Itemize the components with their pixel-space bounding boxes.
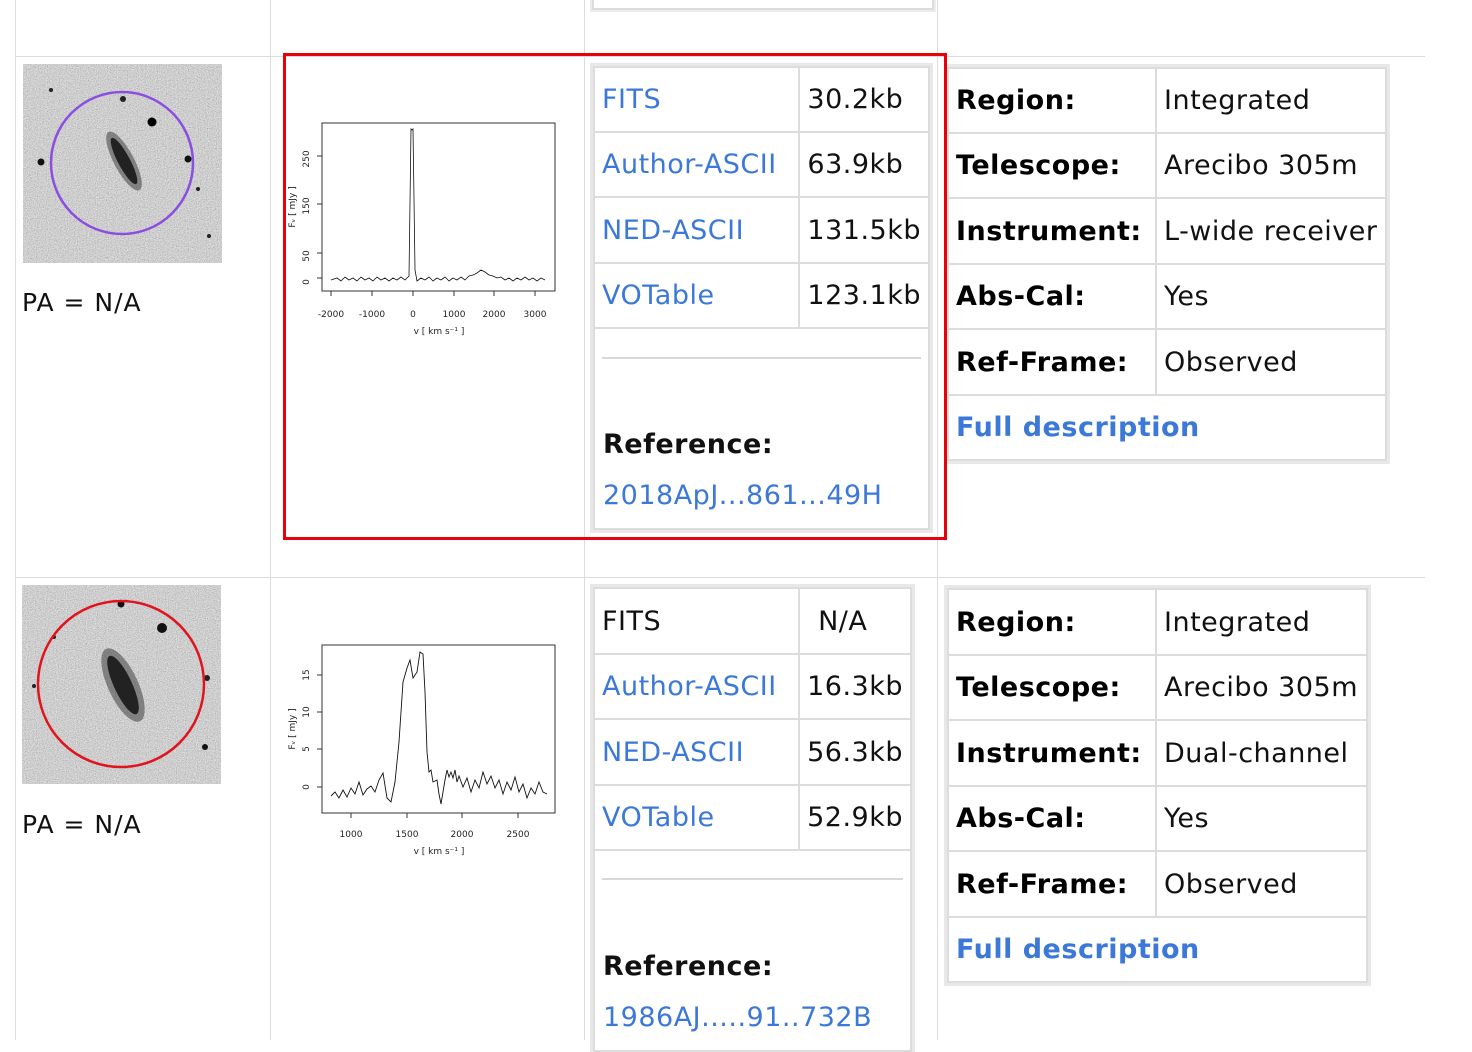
metadata-value: L-wide receiver: [1155, 197, 1387, 265]
metadata-row: Telescope: Arecibo 305m: [947, 654, 1368, 721]
download-link-author-ascii[interactable]: Author-ASCII: [592, 653, 801, 720]
previous-row-table-edge: [592, 0, 934, 10]
metadata-value: Yes: [1155, 263, 1387, 330]
metadata-key: Abs-Cal:: [947, 263, 1157, 330]
metadata-key: Telescope:: [947, 654, 1157, 721]
download-row: NED-ASCII 56.3kb: [592, 718, 912, 786]
full-description-cell: Full description: [947, 916, 1368, 983]
metadata-key: Region:: [947, 588, 1157, 656]
metadata-row: Ref-Frame: Observed: [947, 328, 1387, 396]
metadata-key: Telescope:: [947, 132, 1157, 199]
download-link-ned-ascii[interactable]: NED-ASCII: [592, 718, 801, 786]
reference-row: Reference: 1986AJ.....91..732B: [593, 849, 912, 1052]
file-size: N/A: [798, 587, 912, 655]
download-table: FITS N/A Author-ASCII 16.3kb NED-ASCII 5…: [590, 584, 915, 1052]
metadata-row: Telescope: Arecibo 305m: [947, 132, 1387, 199]
metadata-key: Abs-Cal:: [947, 785, 1157, 852]
metadata-row: Abs-Cal: Yes: [947, 785, 1368, 852]
y-tick: 15: [302, 669, 312, 680]
metadata-value: Dual-channel: [1155, 719, 1368, 787]
file-size: 52.9kb: [798, 784, 912, 851]
table-column-divider: [15, 0, 16, 1040]
download-label-fits: FITS: [592, 587, 801, 655]
x-tick: 1500: [396, 830, 419, 840]
x-tick: 2500: [507, 830, 530, 840]
metadata-value: Arecibo 305m: [1155, 132, 1387, 199]
galaxy-thumbnail[interactable]: [23, 64, 222, 263]
metadata-table: Region: Integrated Telescope: Arecibo 30…: [944, 585, 1371, 986]
download-row: VOTable 52.9kb: [592, 784, 912, 851]
metadata-value: Arecibo 305m: [1155, 654, 1368, 721]
full-description-link[interactable]: Full description: [956, 412, 1200, 443]
reference-divider: [602, 878, 903, 880]
file-size: 16.3kb: [798, 653, 912, 720]
download-row: FITS N/A: [592, 587, 912, 655]
x-tick: 1000: [340, 830, 363, 840]
galaxy-thumbnail[interactable]: [22, 585, 221, 784]
metadata-key: Region:: [947, 67, 1157, 134]
table-row-divider: [15, 577, 1425, 578]
metadata-key: Ref-Frame:: [947, 328, 1157, 396]
x-axis-label: v [ km s⁻¹ ]: [414, 847, 465, 857]
metadata-row: Region: Integrated: [947, 67, 1387, 134]
reference-label: Reference:: [603, 951, 774, 982]
metadata-row: Full description: [947, 394, 1387, 461]
metadata-row: Full description: [947, 916, 1368, 983]
y-tick: 10: [302, 706, 312, 718]
metadata-value: Integrated: [1155, 588, 1368, 656]
metadata-key: Instrument:: [947, 197, 1157, 265]
metadata-value: Observed: [1155, 328, 1387, 396]
metadata-row: Region: Integrated: [947, 588, 1368, 656]
metadata-row: Instrument: Dual-channel: [947, 719, 1368, 787]
metadata-key: Instrument:: [947, 719, 1157, 787]
full-description-cell: Full description: [947, 394, 1387, 461]
metadata-value: Integrated: [1155, 67, 1387, 134]
position-angle-text: PA = N/A: [22, 288, 142, 317]
metadata-table: Region: Integrated Telescope: Arecibo 30…: [944, 64, 1390, 464]
metadata-row: Ref-Frame: Observed: [947, 850, 1368, 918]
file-size: 56.3kb: [798, 718, 912, 786]
spectrum-plot[interactable]: 0 5 10 15 Fᵥ [ mJy ] 1000 1500 2000 2500…: [285, 632, 560, 876]
download-link-votable[interactable]: VOTable: [592, 784, 801, 851]
download-row: Author-ASCII 16.3kb: [592, 653, 912, 720]
x-tick: 2000: [451, 830, 474, 840]
y-axis-label: Fᵥ [ mJy ]: [288, 708, 298, 749]
reference-cell: Reference: 1986AJ.....91..732B: [593, 849, 912, 1052]
metadata-key: Ref-Frame:: [947, 850, 1157, 918]
metadata-value: Observed: [1155, 850, 1368, 918]
metadata-row: Instrument: L-wide receiver: [947, 197, 1387, 265]
table-column-divider: [270, 0, 271, 1040]
metadata-value: Yes: [1155, 785, 1368, 852]
position-angle-text: PA = N/A: [22, 810, 142, 839]
metadata-row: Abs-Cal: Yes: [947, 263, 1387, 330]
y-tick: 5: [302, 746, 312, 752]
reference-link[interactable]: 1986AJ.....91..732B: [603, 1002, 872, 1033]
highlight-box: [283, 53, 947, 540]
y-tick: 0: [302, 784, 312, 790]
full-description-link[interactable]: Full description: [956, 934, 1200, 965]
